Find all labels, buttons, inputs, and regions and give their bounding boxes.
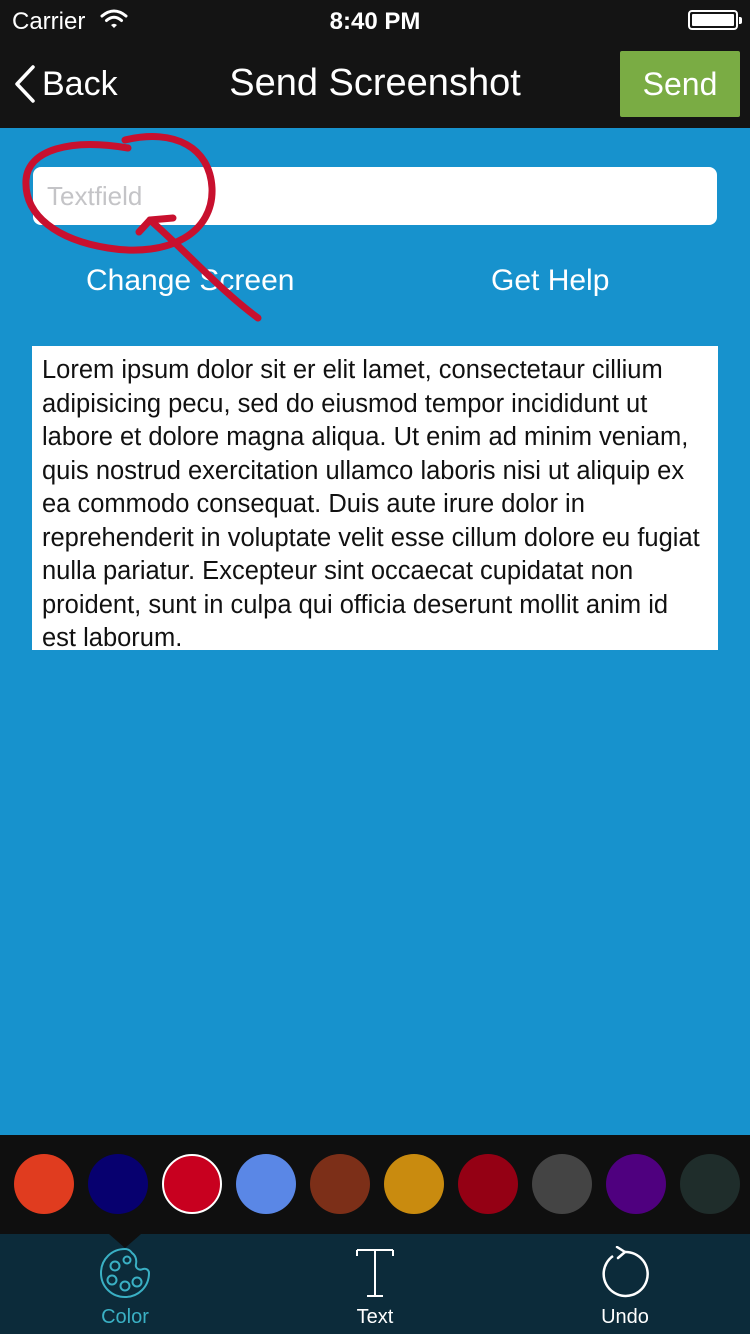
palette-icon (99, 1247, 151, 1299)
tab-undo[interactable]: Undo (500, 1234, 750, 1334)
color-swatch[interactable] (310, 1154, 370, 1214)
status-bar: Carrier 8:40 PM (0, 0, 750, 40)
tab-color-label: Color (101, 1306, 149, 1328)
tab-color[interactable]: Color (0, 1234, 250, 1334)
change-screen-button[interactable]: Change Screen (86, 264, 294, 298)
color-swatch[interactable] (680, 1154, 740, 1214)
navigation-bar: Back Send Screenshot Send (0, 40, 750, 128)
clock: 8:40 PM (329, 8, 421, 35)
get-help-button[interactable]: Get Help (491, 264, 609, 298)
color-swatch[interactable] (162, 1154, 222, 1214)
chevron-left-icon (15, 65, 35, 103)
send-button[interactable]: Send (620, 51, 740, 117)
body-text-view[interactable]: Lorem ipsum dolor sit er elit lamet, con… (32, 346, 718, 650)
undo-icon (602, 1246, 649, 1298)
back-label: Back (42, 64, 118, 103)
color-swatch[interactable] (532, 1154, 592, 1214)
color-swatch[interactable] (88, 1154, 148, 1214)
color-swatch[interactable] (236, 1154, 296, 1214)
tab-text[interactable]: Text (250, 1234, 500, 1334)
color-swatch[interactable] (458, 1154, 518, 1214)
battery-icon (688, 10, 742, 30)
color-swatch[interactable] (14, 1154, 74, 1214)
tab-selection-pointer (109, 1234, 141, 1248)
color-swatch[interactable] (384, 1154, 444, 1214)
tab-text-label: Text (356, 1306, 394, 1328)
tab-undo-label: Undo (601, 1306, 649, 1328)
tab-bar: Color Text Undo (0, 1234, 750, 1334)
back-button[interactable]: Back (14, 62, 118, 106)
text-icon (356, 1249, 394, 1297)
textfield-input[interactable] (33, 167, 717, 225)
color-palette (0, 1135, 750, 1234)
color-swatch[interactable] (606, 1154, 666, 1214)
